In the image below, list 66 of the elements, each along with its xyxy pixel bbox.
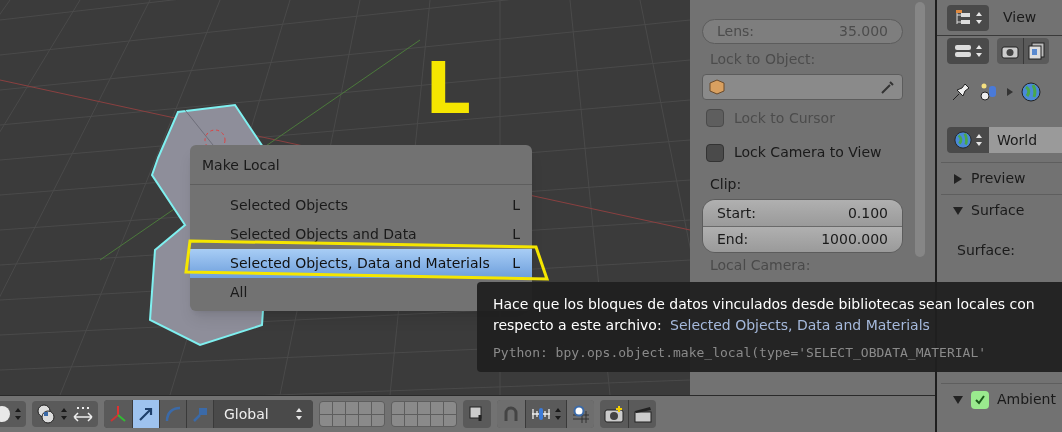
checkbox[interactable] [706, 143, 724, 162]
arrows-icon [72, 405, 94, 423]
magnet-icon [502, 405, 520, 423]
display-mode-dropdown[interactable] [947, 38, 989, 64]
toggle-list-icon [953, 43, 972, 59]
collapsed-triangle-icon [953, 173, 963, 184]
expanded-triangle-icon [953, 394, 963, 405]
link-button[interactable] [463, 400, 491, 428]
surface-label: Surface: [957, 242, 1016, 258]
tooltip-description: Hace que los bloques de datos vinculados desde bibliotecas sean locales con respecto a este archivo: Selected Objects, Data and Materials [493, 295, 1036, 335]
checkbox[interactable] [971, 390, 989, 409]
panel-title: Ambient [997, 390, 1056, 409]
editor-type-dropdown[interactable] [947, 4, 989, 31]
menu-item[interactable]: Selected Objects, Data and Materials L [190, 249, 532, 278]
panel-title: Surface [971, 201, 1025, 220]
object-field[interactable] [702, 74, 903, 100]
shading-dropdown[interactable] [0, 401, 26, 427]
globe-icon [953, 131, 972, 149]
image-stack-icon [1027, 42, 1046, 60]
transform-mode-button[interactable] [132, 400, 159, 428]
snap-target-button[interactable] [566, 400, 594, 428]
updown-arrows-icon [974, 44, 983, 58]
checkbox-label: Lock Camera to View [734, 143, 882, 162]
updown-arrows-icon [554, 407, 562, 421]
scene-objects-icon [979, 82, 999, 102]
orientation-dropdown[interactable]: Global [213, 400, 313, 428]
updown-arrows-icon [974, 10, 983, 25]
menu-item[interactable]: Selected Objects L [190, 191, 532, 220]
view-menu[interactable]: View [1003, 7, 1037, 28]
updown-arrows-icon [974, 133, 983, 147]
panel-header[interactable]: Preview [941, 162, 1062, 194]
snap-target-icon [571, 405, 590, 423]
annotation-letter: L [425, 52, 471, 124]
cube-icon [709, 79, 725, 95]
curve-icon [164, 405, 182, 423]
expanded-triangle-icon [953, 205, 963, 216]
scale-handle-icon [191, 405, 209, 423]
clip-label: Clip: [709, 174, 742, 194]
outliner-icon [953, 8, 972, 27]
updown-arrows-icon [14, 407, 22, 421]
caret-icon [1007, 88, 1013, 96]
axes-icon [108, 404, 128, 424]
arrow-icon [137, 405, 155, 423]
world-browse-dropdown[interactable] [947, 127, 989, 153]
updown-arrows-icon [60, 407, 68, 421]
updown-arrows-icon [295, 407, 303, 421]
python-hint: Python: bpy.ops.object.make_local(type='SELECT_OBDATA_MATERIAL' [493, 344, 988, 362]
world-name-field[interactable]: World [989, 127, 1062, 153]
clapperboard-icon [632, 405, 653, 423]
snap-increment-icon [530, 405, 552, 423]
pivot-circles-icon [36, 404, 56, 424]
eyedropper-icon [880, 79, 896, 95]
globe-icon [1021, 82, 1041, 102]
camera-icon [1001, 43, 1019, 59]
menu-title: Make Local [201, 156, 281, 175]
clip-field[interactable]: End: 1000.000 [703, 226, 902, 252]
panel-title: Preview [971, 169, 1026, 188]
panel-header[interactable]: Ambient [941, 383, 1062, 415]
menu-item[interactable]: Selected Objects and Data L [190, 220, 532, 249]
pin-icon[interactable] [951, 82, 971, 102]
checkmark-icon [974, 393, 986, 406]
manipulator-toggle[interactable] [104, 400, 132, 428]
panel-header[interactable]: Surface [941, 194, 1062, 226]
tooltip-value: Selected Objects, Data and Materials [669, 317, 930, 333]
clip-field[interactable]: Start: 0.100 [703, 200, 902, 226]
camera-icon [604, 405, 624, 423]
